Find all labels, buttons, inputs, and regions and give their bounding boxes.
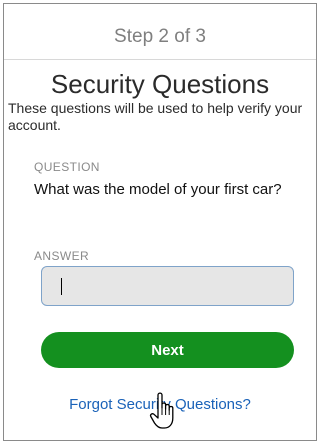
header-divider (4, 59, 316, 60)
text-caret (61, 278, 62, 295)
page-title: Security Questions (50, 69, 270, 99)
answer-input[interactable] (41, 266, 294, 306)
question-text: What was the model of your first car? (34, 181, 282, 198)
page-subtitle: These questions will be used to help ver… (8, 100, 303, 133)
hand-pointer-icon (149, 392, 174, 429)
next-button[interactable]: Next (41, 332, 294, 368)
security-questions-panel: Step 2 of 3 Security Questions These que… (3, 3, 317, 441)
step-indicator: Step 2 of 3 (114, 26, 206, 47)
answer-label: ANSWER (34, 249, 90, 263)
question-label: QUESTION (34, 160, 100, 174)
